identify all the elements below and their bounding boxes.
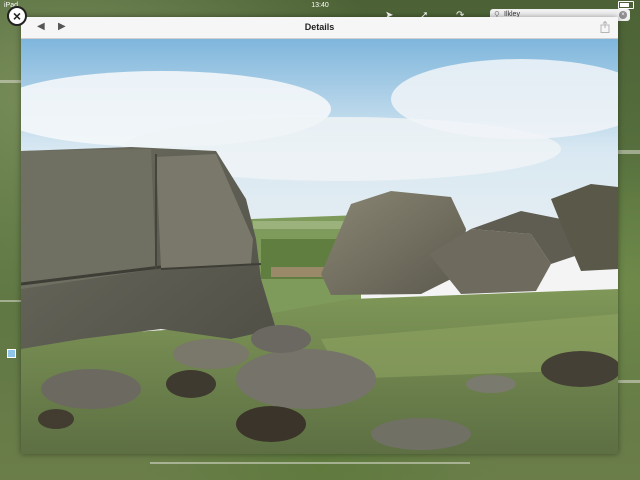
details-modal: ◀ ▶ Details xyxy=(21,17,618,454)
close-icon[interactable]: × xyxy=(7,6,27,26)
modal-title: Details xyxy=(304,22,335,32)
landscape-photo[interactable] xyxy=(21,39,618,454)
map-road xyxy=(618,150,640,154)
map-road xyxy=(0,300,21,302)
map-marker-icon[interactable] xyxy=(7,349,16,358)
photo-image xyxy=(21,39,618,454)
clear-icon[interactable]: × xyxy=(619,11,627,19)
modal-header: ◀ ▶ Details xyxy=(21,17,618,39)
map-road xyxy=(0,80,21,83)
share-icon[interactable] xyxy=(600,21,610,33)
map-road xyxy=(618,380,640,383)
map-road xyxy=(150,462,470,464)
